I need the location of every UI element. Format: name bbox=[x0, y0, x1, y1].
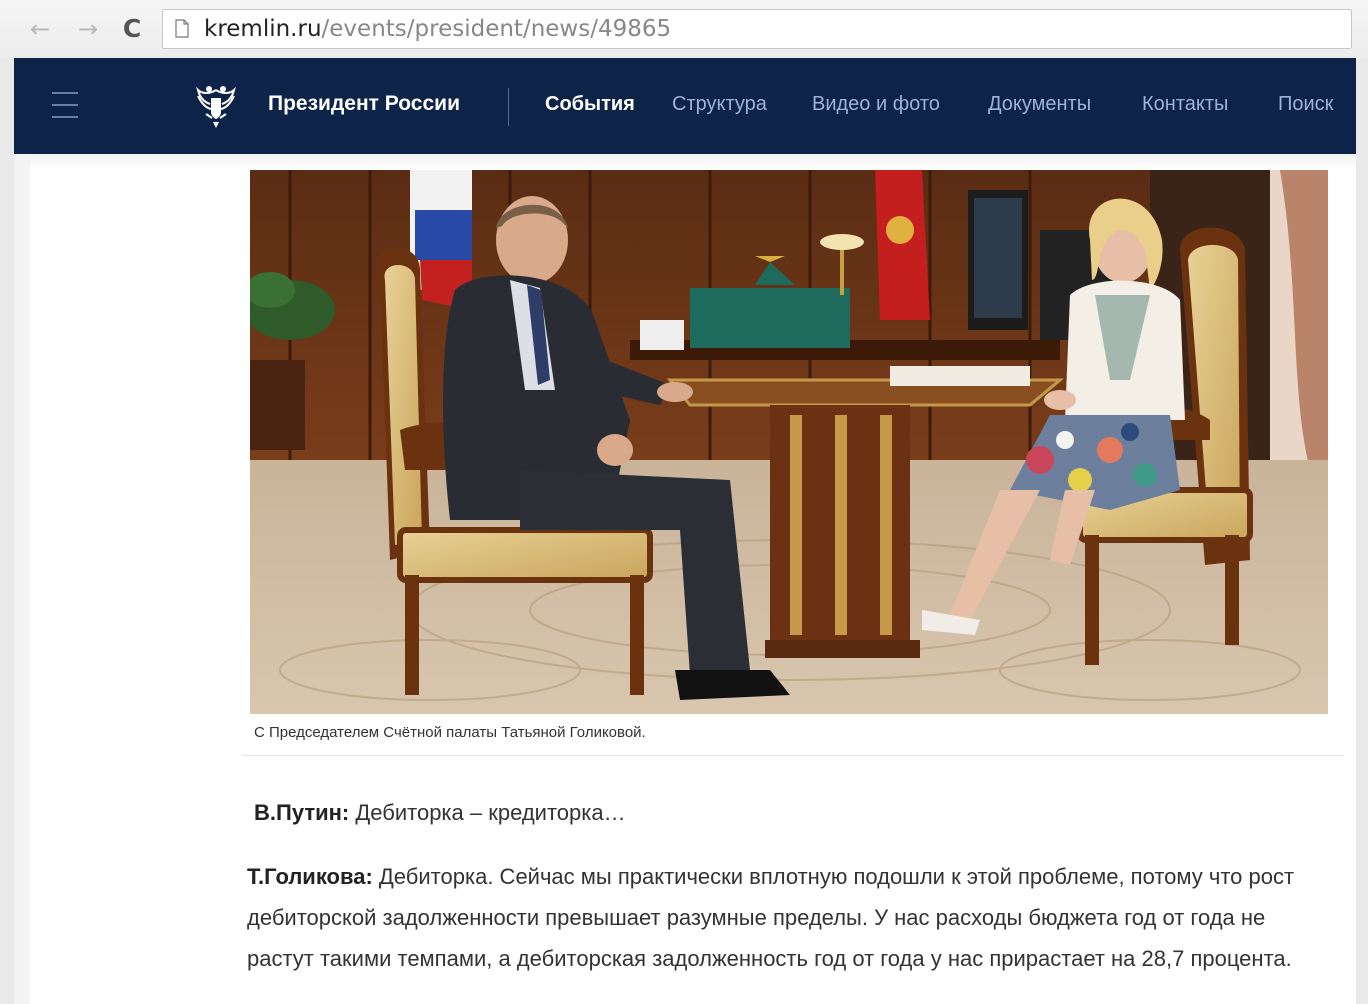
url-text[interactable]: kremlin.ru/events/president/news/49865 bbox=[204, 17, 671, 41]
article-paragraph: Т.Голикова: Дебиторка. Сейчас мы практич… bbox=[247, 856, 1327, 979]
forward-arrow-icon[interactable]: → bbox=[74, 14, 102, 44]
caption-divider bbox=[242, 755, 1344, 756]
header-shadow bbox=[14, 154, 1356, 168]
back-arrow-icon[interactable]: ← bbox=[26, 14, 54, 44]
photo-caption: С Председателем Счётной палаты Татьяной … bbox=[254, 724, 646, 741]
speaker-name: В.Путин: bbox=[254, 800, 350, 825]
coat-of-arms-icon[interactable] bbox=[194, 82, 238, 128]
speaker-name: Т.Голикова: bbox=[247, 864, 373, 889]
url-path: /events/president/news/49865 bbox=[321, 16, 672, 42]
site-header: Президент России События Структура Видео… bbox=[14, 58, 1356, 154]
url-host: kremlin.ru bbox=[204, 16, 322, 42]
reload-icon[interactable]: C bbox=[118, 14, 146, 44]
paragraph-text: Дебиторка – кредиторка… bbox=[349, 800, 626, 825]
nav-search[interactable]: Поиск bbox=[1278, 93, 1333, 116]
nav-structure[interactable]: Структура bbox=[672, 93, 767, 116]
address-bar[interactable]: kremlin.ru/events/president/news/49865 bbox=[162, 9, 1352, 49]
site-title[interactable]: Президент России bbox=[268, 92, 460, 116]
menu-icon[interactable] bbox=[52, 92, 78, 118]
paragraph-text: Дебиторка. Сейчас мы практически вплотну… bbox=[247, 864, 1295, 971]
article-paragraph: В.Путин: Дебиторка – кредиторка… bbox=[254, 792, 1334, 833]
header-divider bbox=[508, 88, 509, 126]
browser-toolbar: ← → C kremlin.ru/events/president/news/4… bbox=[0, 0, 1368, 58]
web-page: Президент России События Структура Видео… bbox=[14, 58, 1356, 1004]
nav-contacts[interactable]: Контакты bbox=[1142, 93, 1228, 116]
nav-video-photo[interactable]: Видео и фото bbox=[812, 93, 940, 116]
left-gutter bbox=[14, 154, 30, 1004]
article-photo[interactable] bbox=[250, 170, 1328, 714]
nav-documents[interactable]: Документы bbox=[988, 93, 1091, 116]
page-icon bbox=[175, 19, 189, 38]
nav-events[interactable]: События bbox=[545, 93, 635, 116]
